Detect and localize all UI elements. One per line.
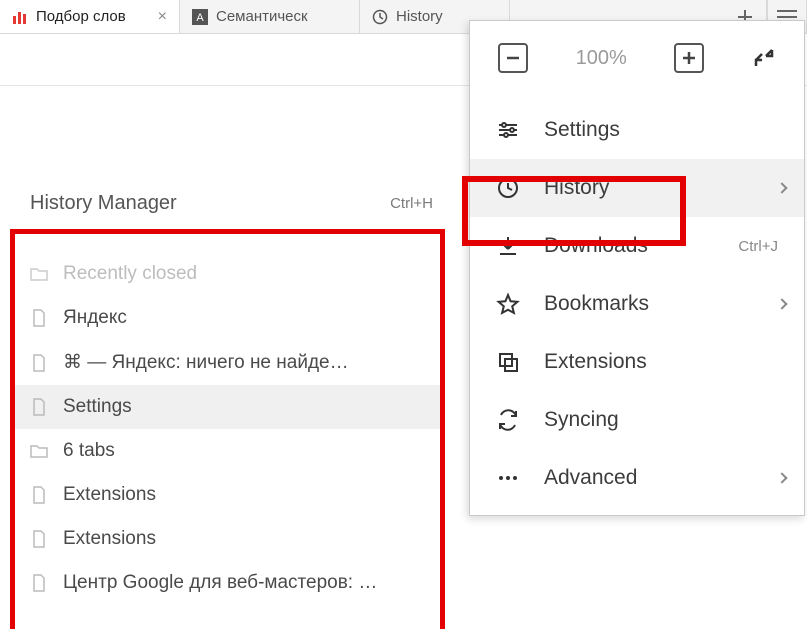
history-manager-item[interactable]: History Manager Ctrl+H bbox=[10, 186, 445, 229]
history-item[interactable]: ⌘ — Яндекс: ничего не найде… bbox=[15, 340, 440, 385]
menu-settings[interactable]: Settings bbox=[470, 101, 804, 159]
page-icon bbox=[29, 397, 49, 417]
menu-downloads[interactable]: Downloads Ctrl+J bbox=[470, 217, 804, 275]
main-menu-dropdown: 100% Settings History Downloads Ctrl+J B… bbox=[469, 20, 805, 516]
sync-icon bbox=[496, 408, 520, 432]
history-item-label: Яндекс bbox=[63, 307, 127, 329]
menu-label: Downloads bbox=[544, 234, 648, 258]
page-icon bbox=[29, 353, 49, 373]
page-icon bbox=[29, 573, 49, 593]
history-item-label: 6 tabs bbox=[63, 440, 115, 462]
star-icon bbox=[496, 292, 520, 316]
chevron-right-icon bbox=[776, 472, 787, 483]
tab-label: History bbox=[396, 8, 443, 25]
menu-label: Extensions bbox=[544, 350, 647, 374]
folder-icon bbox=[29, 264, 49, 284]
history-item-label: Recently closed bbox=[63, 263, 197, 285]
history-item[interactable]: Extensions bbox=[15, 517, 440, 561]
menu-shortcut: Ctrl+J bbox=[738, 238, 778, 255]
chevron-right-icon bbox=[776, 298, 787, 309]
zoom-out-button[interactable] bbox=[498, 43, 528, 73]
zoom-level: 100% bbox=[576, 47, 627, 70]
folder-icon bbox=[29, 441, 49, 461]
tab-label: Подбор слов bbox=[36, 8, 126, 25]
history-recently-closed: Recently closed bbox=[15, 252, 440, 296]
history-item-label: Extensions bbox=[63, 528, 156, 550]
chevron-right-icon bbox=[776, 182, 787, 193]
page-icon bbox=[29, 485, 49, 505]
menu-history[interactable]: History bbox=[470, 159, 804, 217]
history-item-label: ⌘ — Яндекс: ничего не найде… bbox=[63, 351, 349, 374]
sliders-icon bbox=[496, 118, 520, 142]
tab-podbor-slov[interactable]: Подбор слов × bbox=[0, 0, 180, 33]
history-item[interactable]: Яндекс bbox=[15, 296, 440, 340]
extensions-icon bbox=[496, 350, 520, 374]
menu-label: Settings bbox=[544, 118, 620, 142]
history-list-highlight: Recently closed Яндекс ⌘ — Яндекс: ничег… bbox=[10, 229, 445, 629]
menu-label: Syncing bbox=[544, 408, 619, 432]
menu-syncing[interactable]: Syncing bbox=[470, 391, 804, 449]
clock-icon bbox=[372, 9, 388, 25]
history-submenu: History Manager Ctrl+H Recently closed Я… bbox=[10, 186, 445, 629]
menu-label: Bookmarks bbox=[544, 292, 649, 316]
history-item[interactable]: Центр Google для веб-мастеров: … bbox=[15, 561, 440, 605]
menu-label: History bbox=[544, 176, 609, 200]
zoom-in-button[interactable] bbox=[674, 43, 704, 73]
menu-bookmarks[interactable]: Bookmarks bbox=[470, 275, 804, 333]
menu-label: Advanced bbox=[544, 466, 637, 490]
page-icon bbox=[29, 529, 49, 549]
tab-label: Семантическ bbox=[216, 8, 308, 25]
bars-icon bbox=[12, 9, 28, 25]
menu-advanced[interactable]: Advanced bbox=[470, 449, 804, 507]
page-icon bbox=[29, 308, 49, 328]
history-item-label: Центр Google для веб-мастеров: … bbox=[63, 572, 377, 594]
download-icon bbox=[496, 234, 520, 258]
zoom-row: 100% bbox=[470, 21, 804, 101]
history-item-label: Extensions bbox=[63, 484, 156, 506]
close-icon[interactable]: × bbox=[158, 8, 167, 26]
history-item-tabs[interactable]: 6 tabs bbox=[15, 429, 440, 473]
svg-text:А: А bbox=[196, 12, 204, 24]
history-item-settings[interactable]: Settings bbox=[15, 385, 440, 429]
clock-icon bbox=[496, 176, 520, 200]
tab-semantichesk[interactable]: А Семантическ bbox=[180, 0, 360, 33]
history-manager-label: History Manager bbox=[30, 192, 177, 215]
dots-icon bbox=[496, 466, 520, 490]
fullscreen-icon[interactable] bbox=[752, 46, 776, 70]
history-item-label: Settings bbox=[63, 396, 132, 418]
history-manager-shortcut: Ctrl+H bbox=[390, 195, 433, 212]
history-item[interactable]: Extensions bbox=[15, 473, 440, 517]
menu-extensions[interactable]: Extensions bbox=[470, 333, 804, 391]
letter-a-icon: А bbox=[192, 9, 208, 25]
